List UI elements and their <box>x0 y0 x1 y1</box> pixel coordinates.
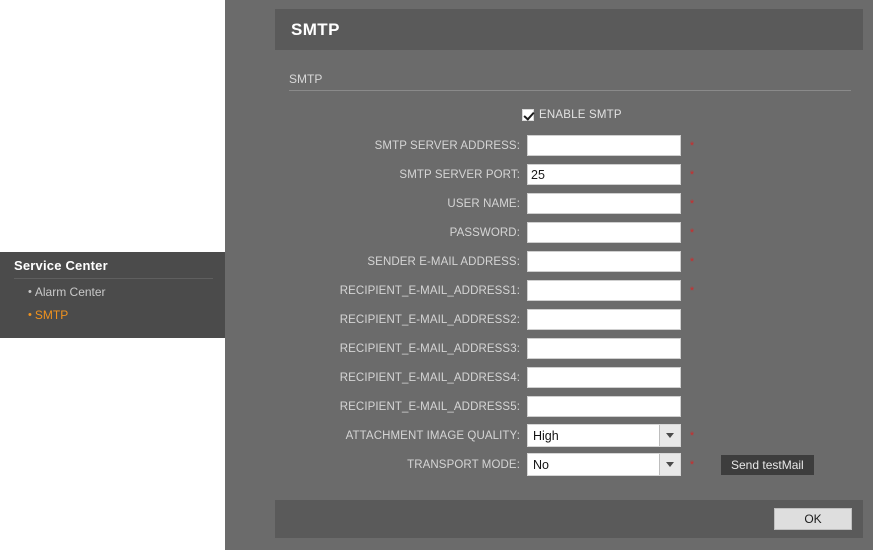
form-row-label: RECIPIENT_E-MAIL_ADDRESS4: <box>339 371 520 384</box>
form-row-label: RECIPIENT_E-MAIL_ADDRESS3: <box>339 342 520 355</box>
text-input[interactable] <box>527 280 681 301</box>
required-asterisk: * <box>689 197 695 210</box>
required-asterisk: * <box>689 139 695 152</box>
dropdown-11[interactable]: No <box>527 453 681 476</box>
panel-header: SMTP <box>275 9 863 50</box>
section-head: SMTP <box>275 72 863 91</box>
form-row: SENDER E-MAIL ADDRESS: * <box>275 250 863 273</box>
smtp-form: ENABLE SMTP SMTP SERVER ADDRESS: * SMTP SE… <box>275 105 863 476</box>
dropdown-value: High <box>533 428 559 443</box>
text-input[interactable] <box>527 367 681 388</box>
smtp-panel: SMTP SMTP ENABLE SMTP SMTP SERVER ADDRES… <box>275 9 863 541</box>
sidebar-item-label: Alarm Center <box>34 285 106 299</box>
form-row-label: SENDER E-MAIL ADDRESS: <box>367 255 520 268</box>
form-row-label: RECIPIENT_E-MAIL_ADDRESS1: <box>339 284 520 297</box>
form-row: USER NAME: * <box>275 192 863 215</box>
required-asterisk: * <box>689 429 695 442</box>
chevron-down-icon[interactable] <box>659 425 680 446</box>
text-input[interactable] <box>527 309 681 330</box>
section-divider <box>289 90 851 91</box>
form-row: ATTACHMENT IMAGE QUALITY: High * <box>275 424 863 447</box>
text-input[interactable] <box>527 396 681 417</box>
form-row-label: RECIPIENT_E-MAIL_ADDRESS2: <box>339 313 520 326</box>
sidebar-item-label: SMTP <box>34 308 69 322</box>
form-row-label: SMTP SERVER ADDRESS: <box>374 139 520 152</box>
sidebar-item-alarm-center[interactable]: • Alarm Center <box>0 279 225 302</box>
required-asterisk: * <box>689 226 695 239</box>
chevron-down-icon[interactable] <box>659 454 680 475</box>
enable-smtp-label: ENABLE SMTP <box>539 109 622 121</box>
text-input[interactable] <box>527 222 681 243</box>
text-input[interactable] <box>527 193 681 214</box>
text-input[interactable] <box>527 164 681 185</box>
bullet-icon: • <box>28 286 32 298</box>
enable-smtp-checkbox[interactable] <box>522 109 534 121</box>
form-row-label: SMTP SERVER PORT: <box>399 168 520 181</box>
page-title: SMTP <box>291 19 340 39</box>
required-asterisk: * <box>685 401 699 413</box>
sidebar-item-smtp[interactable]: • SMTP <box>0 302 225 325</box>
form-row-label: USER NAME: <box>447 197 520 210</box>
form-row: RECIPIENT_E-MAIL_ADDRESS2: * <box>275 308 863 331</box>
form-row: SMTP SERVER PORT: * <box>275 163 863 186</box>
section-title: SMTP <box>289 72 323 86</box>
form-row: RECIPIENT_E-MAIL_ADDRESS3: * <box>275 337 863 360</box>
form-row: SMTP SERVER ADDRESS: * <box>275 134 863 157</box>
send-test-mail-button[interactable]: Send testMail <box>721 454 814 475</box>
enable-smtp-row: ENABLE SMTP <box>275 105 863 125</box>
required-asterisk: * <box>689 168 695 181</box>
text-input[interactable] <box>527 251 681 272</box>
form-row-label: TRANSPORT MODE: <box>407 458 520 471</box>
ok-button[interactable]: OK <box>774 508 852 530</box>
required-asterisk: * <box>685 372 699 384</box>
form-row: RECIPIENT_E-MAIL_ADDRESS5: * <box>275 395 863 418</box>
form-row: RECIPIENT_E-MAIL_ADDRESS1: * <box>275 279 863 302</box>
left-column: Service Center • Alarm Center • SMTP <box>0 0 225 550</box>
required-asterisk: * <box>685 314 699 326</box>
form-row-label: PASSWORD: <box>449 226 520 239</box>
required-asterisk: * <box>689 458 695 471</box>
form-row: PASSWORD: * <box>275 221 863 244</box>
dropdown-10[interactable]: High <box>527 424 681 447</box>
bullet-icon: • <box>28 309 32 321</box>
text-input[interactable] <box>527 135 681 156</box>
form-row-label: ATTACHMENT IMAGE QUALITY: <box>345 429 520 442</box>
panel-footer: OK <box>275 500 863 538</box>
form-rows: SMTP SERVER ADDRESS:*SMTP SERVER PORT:*U… <box>275 134 863 476</box>
sidebar-title: Service Center <box>14 258 108 273</box>
content-region: SMTP SMTP ENABLE SMTP SMTP SERVER ADDRES… <box>225 0 873 550</box>
required-asterisk: * <box>689 255 695 268</box>
required-asterisk: * <box>685 343 699 355</box>
form-row-label: RECIPIENT_E-MAIL_ADDRESS5: <box>339 400 520 413</box>
dropdown-value: No <box>533 457 549 472</box>
required-asterisk: * <box>689 284 695 297</box>
text-input[interactable] <box>527 338 681 359</box>
form-row: TRANSPORT MODE: No * Send testMail <box>275 453 863 476</box>
sidebar-menu: Service Center • Alarm Center • SMTP <box>0 252 225 338</box>
form-row: RECIPIENT_E-MAIL_ADDRESS4: * <box>275 366 863 389</box>
